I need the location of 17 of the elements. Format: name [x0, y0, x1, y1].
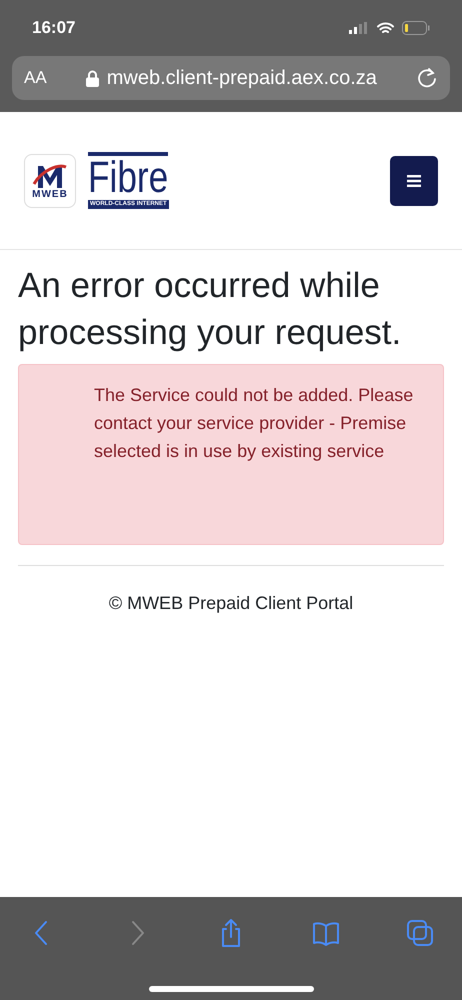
footer-text: © MWEB Prepaid Client Portal: [108, 592, 354, 615]
alert-message: The Service could not be added. Please contact your service provider - Premise selected is in use by existing service: [94, 384, 414, 463]
error-heading: An error occurred while processing your request.: [18, 265, 402, 354]
signal-icon: [349, 22, 369, 34]
lock-icon: [86, 70, 99, 86]
status-time: 16:07: [32, 17, 76, 40]
battery-icon: [402, 21, 430, 35]
logo-badge-text: MWEB: [32, 190, 68, 200]
reload-icon[interactable]: [416, 67, 438, 89]
wifi-icon: [377, 22, 394, 34]
url-text: mweb.client-prepaid.aex.co.za: [106, 66, 377, 91]
address-bar[interactable]: AA mweb.client-prepaid.aex.co.za: [12, 56, 450, 100]
menu-button[interactable]: [390, 156, 438, 206]
tabs-icon: [405, 918, 435, 948]
menu-icon: [407, 174, 421, 186]
text-size-button[interactable]: AA: [24, 65, 47, 91]
m-logo-icon: [32, 162, 68, 190]
